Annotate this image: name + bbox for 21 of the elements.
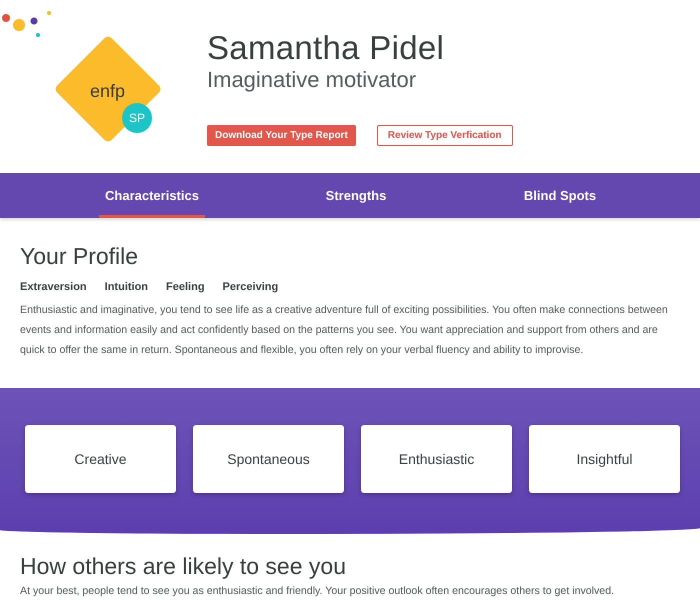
preference-label: Perceiving — [222, 280, 278, 294]
trait-label: Enthusiastic — [398, 451, 474, 467]
profile-tagline: Imaginative motivator — [207, 67, 418, 93]
others-description: At your best, people tend to see you as enthusiastic and friendly. Your positive outlook often encourages others to get involved. — [20, 585, 616, 598]
section-heading: How others are likely to see you — [20, 554, 347, 578]
review-verification-button[interactable]: Review Type Verfication — [376, 125, 513, 146]
trait-label: Insightful — [576, 451, 633, 467]
preference-label: Extraversion — [20, 280, 87, 294]
profile-name: Samantha Pidel — [207, 29, 446, 67]
preference-label: Intuition — [104, 280, 148, 294]
initials-avatar: SP — [122, 103, 152, 133]
type-code: enfp — [90, 80, 126, 102]
tab[interactable]: Strengths — [320, 173, 392, 218]
trait-label: Creative — [74, 451, 127, 467]
tab[interactable]: Characteristics — [99, 173, 205, 218]
preference-label: Feeling — [166, 280, 205, 294]
download-report-button[interactable]: Download Your Type Report — [207, 125, 356, 146]
trait-label: Spontaneous — [227, 451, 310, 467]
section-heading: Your Profile — [20, 242, 140, 270]
tab[interactable]: Blind Spots — [518, 173, 602, 218]
profile-description: Enthusiastic and imaginative, you tend to see life as a creative adventure full of exciting possibilities. You often make connections between events and information easily and act confidently based on the patterns you see. You want appreciation and support from others and are quick to offer the same in return. Spontaneous and flexible, you often rely on your verbal fluency and ability to improvise. — [20, 303, 669, 358]
